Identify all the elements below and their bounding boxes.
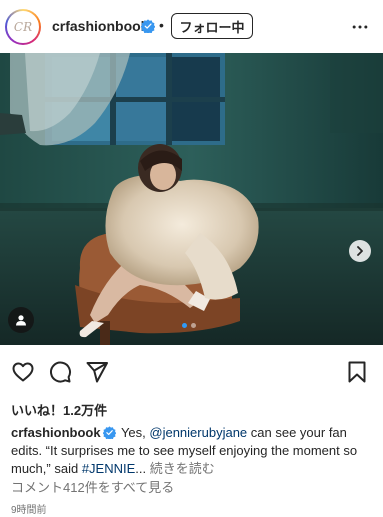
post-timestamp: 9時間前 [11, 505, 47, 516]
caption-username[interactable]: crfashionbook [11, 425, 101, 440]
photo-illustration [0, 53, 383, 345]
verified-badge-icon [141, 19, 155, 33]
carousel-dot [182, 323, 187, 328]
tagged-users-button[interactable] [8, 307, 34, 333]
chevron-right-icon [357, 246, 363, 256]
read-more-link[interactable]: 続きを読む [146, 461, 215, 476]
avatar-image: CR [7, 11, 39, 43]
post-header: CR crfashionbook • フォロー中 [0, 0, 383, 53]
comment-bubble-icon[interactable] [48, 360, 72, 384]
caption-mention-link[interactable]: @jennierubyjane [149, 425, 247, 440]
user-tag-icon [16, 315, 26, 326]
caption-ellipsis: ... [135, 461, 147, 476]
post-caption: crfashionbook Yes, @jennierubyjane can s… [11, 424, 377, 478]
header-separator: • [159, 17, 164, 33]
save-bookmark-icon[interactable] [345, 360, 369, 384]
like-heart-icon[interactable] [11, 360, 35, 384]
avatar[interactable]: CR [5, 9, 41, 45]
carousel-dot [191, 323, 196, 328]
caption-text-1: Yes, [117, 425, 150, 440]
likes-number: 1.2万件 [63, 403, 108, 418]
avatar-logo-mark: CR [13, 20, 33, 34]
post-actions [0, 357, 383, 387]
likes-prefix: いいね！ [11, 403, 64, 418]
likes-count[interactable]: いいね！1.2万件 [11, 400, 107, 419]
caption-hashtag-link[interactable]: #JENNIE [82, 461, 135, 476]
view-all-comments-link[interactable]: コメント412件をすべて見る [11, 477, 174, 496]
following-button[interactable]: フォロー中 [171, 13, 253, 39]
more-options-icon[interactable] [350, 17, 370, 37]
share-paper-plane-icon[interactable] [85, 360, 109, 384]
post-photo[interactable] [0, 53, 383, 345]
caption-verified-badge-icon [102, 426, 116, 439]
carousel-indicator [182, 323, 196, 328]
carousel-next-button[interactable] [349, 240, 371, 262]
username-link[interactable]: crfashionbook [52, 18, 148, 34]
